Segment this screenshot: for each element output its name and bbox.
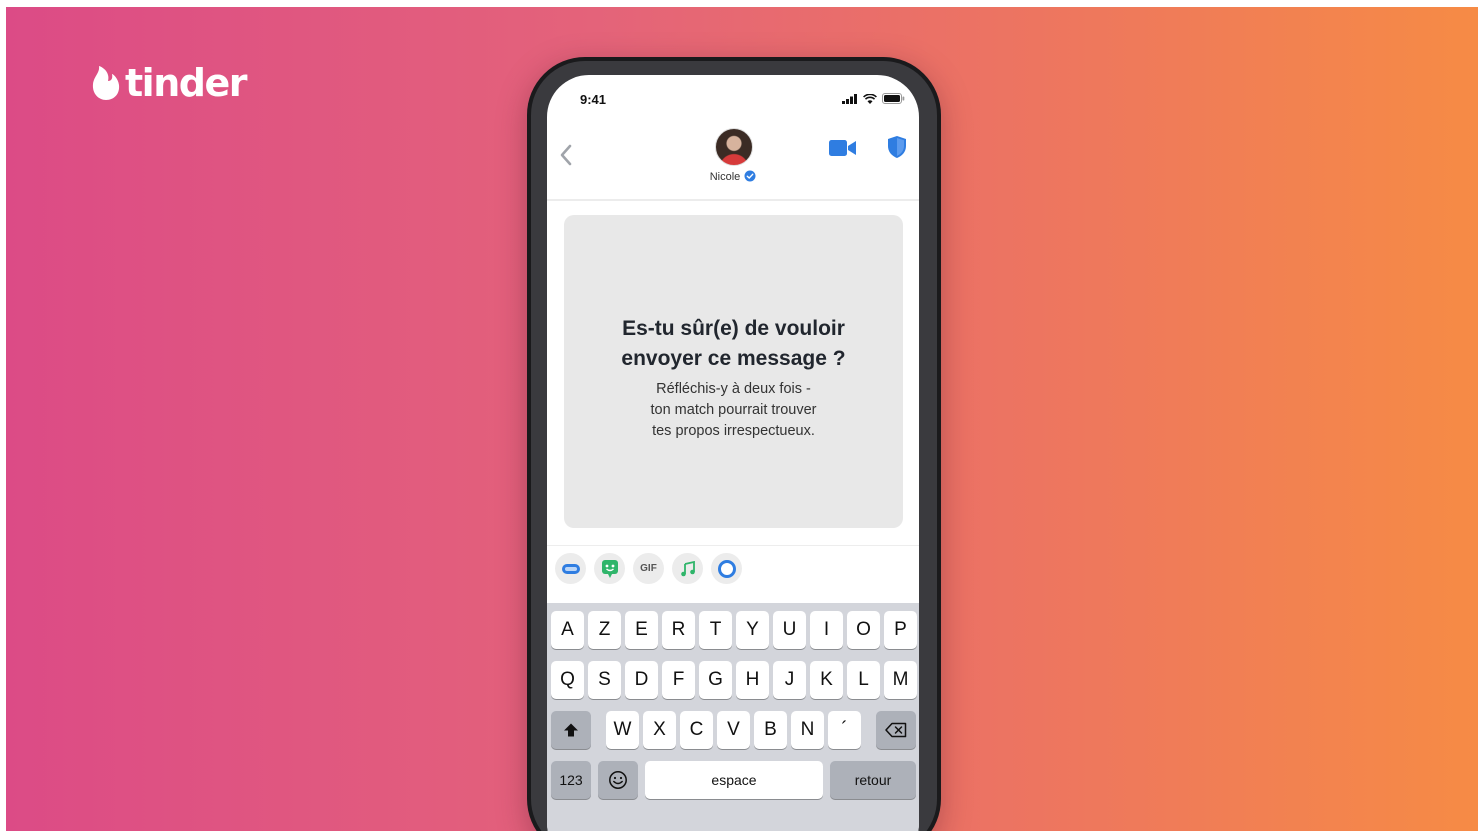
- bitmoji-icon: [601, 559, 618, 578]
- chevron-left-icon[interactable]: [559, 143, 573, 167]
- match-name-row[interactable]: Nicole: [547, 170, 919, 183]
- key-h[interactable]: H: [736, 661, 769, 699]
- status-time: 9:41: [580, 92, 607, 107]
- emoji-key[interactable]: [598, 761, 638, 799]
- gif-button[interactable]: GIF: [633, 553, 664, 584]
- key-k[interactable]: K: [810, 661, 843, 699]
- phone-screen: 9:41 Nicole Es-tu sûr(e) de vouloir envo…: [547, 75, 919, 831]
- shift-icon: [564, 723, 578, 737]
- warning-body-line: ton match pourrait trouver: [650, 402, 817, 418]
- key-accent[interactable]: ´: [828, 711, 861, 749]
- key-v[interactable]: V: [717, 711, 750, 749]
- key-w[interactable]: W: [606, 711, 639, 749]
- delete-key[interactable]: [876, 711, 916, 749]
- key-n[interactable]: N: [791, 711, 824, 749]
- bitmoji-button[interactable]: [594, 553, 625, 584]
- music-icon: [680, 560, 695, 576]
- cellular-signal-icon: [842, 93, 857, 104]
- key-o[interactable]: O: [847, 611, 880, 649]
- return-key[interactable]: retour: [830, 761, 916, 799]
- key-j[interactable]: J: [773, 661, 806, 699]
- promo-canvas: tinder 9:41 Nicole Es-tu sûr(e) de voulo…: [6, 7, 1478, 831]
- key-i[interactable]: I: [810, 611, 843, 649]
- tinder-logo: tinder: [90, 61, 247, 105]
- music-button[interactable]: [672, 553, 703, 584]
- key-m[interactable]: M: [884, 661, 917, 699]
- space-key[interactable]: espace: [645, 761, 823, 799]
- key-y[interactable]: Y: [736, 611, 769, 649]
- key-d[interactable]: D: [625, 661, 658, 699]
- emoji-icon: [609, 771, 627, 789]
- key-t[interactable]: T: [699, 611, 732, 649]
- avatar[interactable]: [715, 128, 753, 166]
- circle-icon: [717, 559, 736, 578]
- shift-key[interactable]: [551, 711, 591, 749]
- warning-body-line: Réfléchis-y à deux fois -: [656, 381, 811, 397]
- key-e[interactable]: E: [625, 611, 658, 649]
- toolbar-divider: [547, 545, 919, 546]
- match-name: Nicole: [709, 171, 741, 183]
- key-s[interactable]: S: [588, 661, 621, 699]
- status-icons: [842, 93, 905, 104]
- key-l[interactable]: L: [847, 661, 880, 699]
- warning-title-line: envoyer ce message ?: [621, 347, 846, 370]
- keyboard: A Z E R T Y U I O P Q S D F G H J K L M: [547, 603, 919, 831]
- key-f[interactable]: F: [662, 661, 695, 699]
- delete-icon: [885, 722, 907, 738]
- sticker-button[interactable]: [555, 553, 586, 584]
- numbers-key[interactable]: 123: [551, 761, 591, 799]
- warning-body: Réfléchis-y à deux fois - ton match pour…: [564, 379, 903, 442]
- warning-card: Es-tu sûr(e) de vouloir envoyer ce messa…: [564, 215, 903, 528]
- verified-badge-icon: [744, 170, 756, 182]
- circle-button[interactable]: [711, 553, 742, 584]
- key-r[interactable]: R: [662, 611, 695, 649]
- key-u[interactable]: U: [773, 611, 806, 649]
- key-a[interactable]: A: [551, 611, 584, 649]
- warning-body-line: tes propos irrespectueux.: [652, 423, 815, 439]
- gif-label: GIF: [640, 563, 657, 574]
- warning-title: Es-tu sûr(e) de vouloir envoyer ce messa…: [564, 314, 903, 374]
- logo-text: tinder: [125, 61, 247, 105]
- phone-mockup: 9:41 Nicole Es-tu sûr(e) de vouloir envo…: [527, 57, 941, 831]
- key-q[interactable]: Q: [551, 661, 584, 699]
- key-x[interactable]: X: [643, 711, 676, 749]
- key-z[interactable]: Z: [588, 611, 621, 649]
- key-b[interactable]: B: [754, 711, 787, 749]
- key-p[interactable]: P: [884, 611, 917, 649]
- sticker-icon: [561, 563, 580, 574]
- warning-title-line: Es-tu sûr(e) de vouloir: [622, 317, 845, 340]
- key-c[interactable]: C: [680, 711, 713, 749]
- flame-icon: [92, 66, 120, 100]
- key-g[interactable]: G: [699, 661, 732, 699]
- chat-header: Nicole: [547, 115, 919, 201]
- battery-icon: [882, 93, 905, 104]
- shield-icon[interactable]: [887, 135, 907, 159]
- status-bar: 9:41: [547, 75, 919, 115]
- video-camera-icon[interactable]: [829, 139, 857, 157]
- message-toolbar: GIF: [555, 553, 742, 584]
- wifi-icon: [863, 93, 877, 104]
